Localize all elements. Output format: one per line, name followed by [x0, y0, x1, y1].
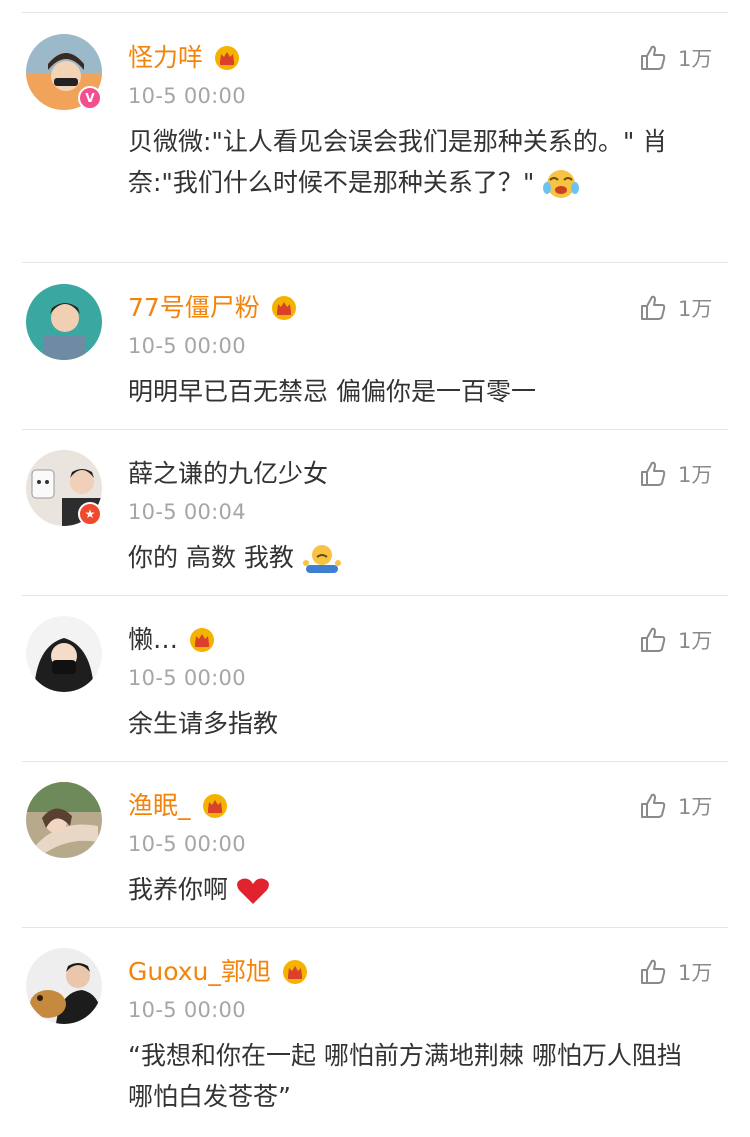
thumbs-up-icon [641, 793, 666, 818]
timestamp: 10-5 00:00 [128, 666, 246, 690]
comment-text: 余生请多指教 [128, 709, 279, 738]
avatar[interactable] [26, 782, 102, 858]
crown-icon [190, 628, 215, 652]
thumbs-up-icon [641, 959, 666, 984]
username[interactable]: 渔眠_ [128, 789, 191, 823]
like-count: 1万 [678, 629, 713, 653]
thumbs-up-icon [641, 627, 666, 652]
comment-text: 我养你啊 [128, 869, 713, 910]
avatar[interactable] [26, 284, 102, 360]
comment-text: 你的 高数 我教 [128, 537, 713, 578]
thumbs-up-icon [641, 45, 666, 70]
comment-divider [22, 595, 728, 596]
username[interactable]: Guoxu_郭旭 [128, 955, 271, 989]
comment-divider [22, 262, 728, 263]
timestamp: 10-5 00:00 [128, 334, 246, 358]
like-button[interactable]: 1万 [638, 955, 712, 989]
comment-divider [22, 927, 728, 928]
verified-badge: V [78, 86, 102, 110]
like-count: 1万 [678, 47, 713, 71]
like-count: 1万 [678, 297, 713, 321]
tears-of-joy-emoji [543, 170, 580, 198]
username[interactable]: 77号僵尸粉 [128, 291, 260, 325]
timestamp: 10-5 00:00 [128, 84, 246, 108]
timestamp: 10-5 00:00 [128, 832, 246, 856]
avatar[interactable] [26, 948, 102, 1024]
comment-divider [22, 429, 728, 430]
top-divider [22, 12, 728, 13]
crown-icon [282, 960, 307, 984]
like-count: 1万 [678, 463, 713, 487]
username[interactable]: 怪力咩 [128, 41, 203, 75]
username[interactable]: 懒… [128, 623, 178, 657]
like-button[interactable]: 1万 [638, 623, 712, 657]
thumbs-up-icon [641, 295, 666, 320]
like-button[interactable]: 1万 [638, 41, 712, 75]
timestamp: 10-5 00:04 [128, 500, 246, 524]
like-button[interactable]: 1万 [638, 291, 712, 325]
comment-divider [22, 761, 728, 762]
like-count: 1万 [678, 795, 713, 819]
crown-icon [215, 46, 240, 70]
like-count: 1万 [678, 961, 713, 985]
crown-icon [202, 794, 227, 818]
comment-text: “我想和你在一起 哪怕前方满地荆棘 哪怕万人阻挡 哪怕白发苍苍” [128, 1041, 682, 1111]
username[interactable]: 薛之谦的九亿少女 [128, 457, 328, 491]
timestamp: 10-5 00:00 [128, 998, 246, 1022]
like-button[interactable]: 1万 [638, 789, 712, 823]
like-button[interactable]: 1万 [638, 457, 712, 491]
member-badge: ★ [78, 502, 102, 526]
avatar[interactable] [26, 616, 102, 692]
red-heart-emoji [237, 878, 269, 904]
thumbs-up-icon [641, 461, 666, 486]
comment-text: 明明早已百无禁忌 偏偏你是一百零一 [128, 377, 536, 406]
comment-text: 贝微微:"让人看见会误会我们是那种关系的。" 肖奈:"我们什么时候不是那种关系了… [128, 121, 713, 203]
crown-icon [271, 296, 296, 320]
shrug-emoji [302, 545, 341, 573]
